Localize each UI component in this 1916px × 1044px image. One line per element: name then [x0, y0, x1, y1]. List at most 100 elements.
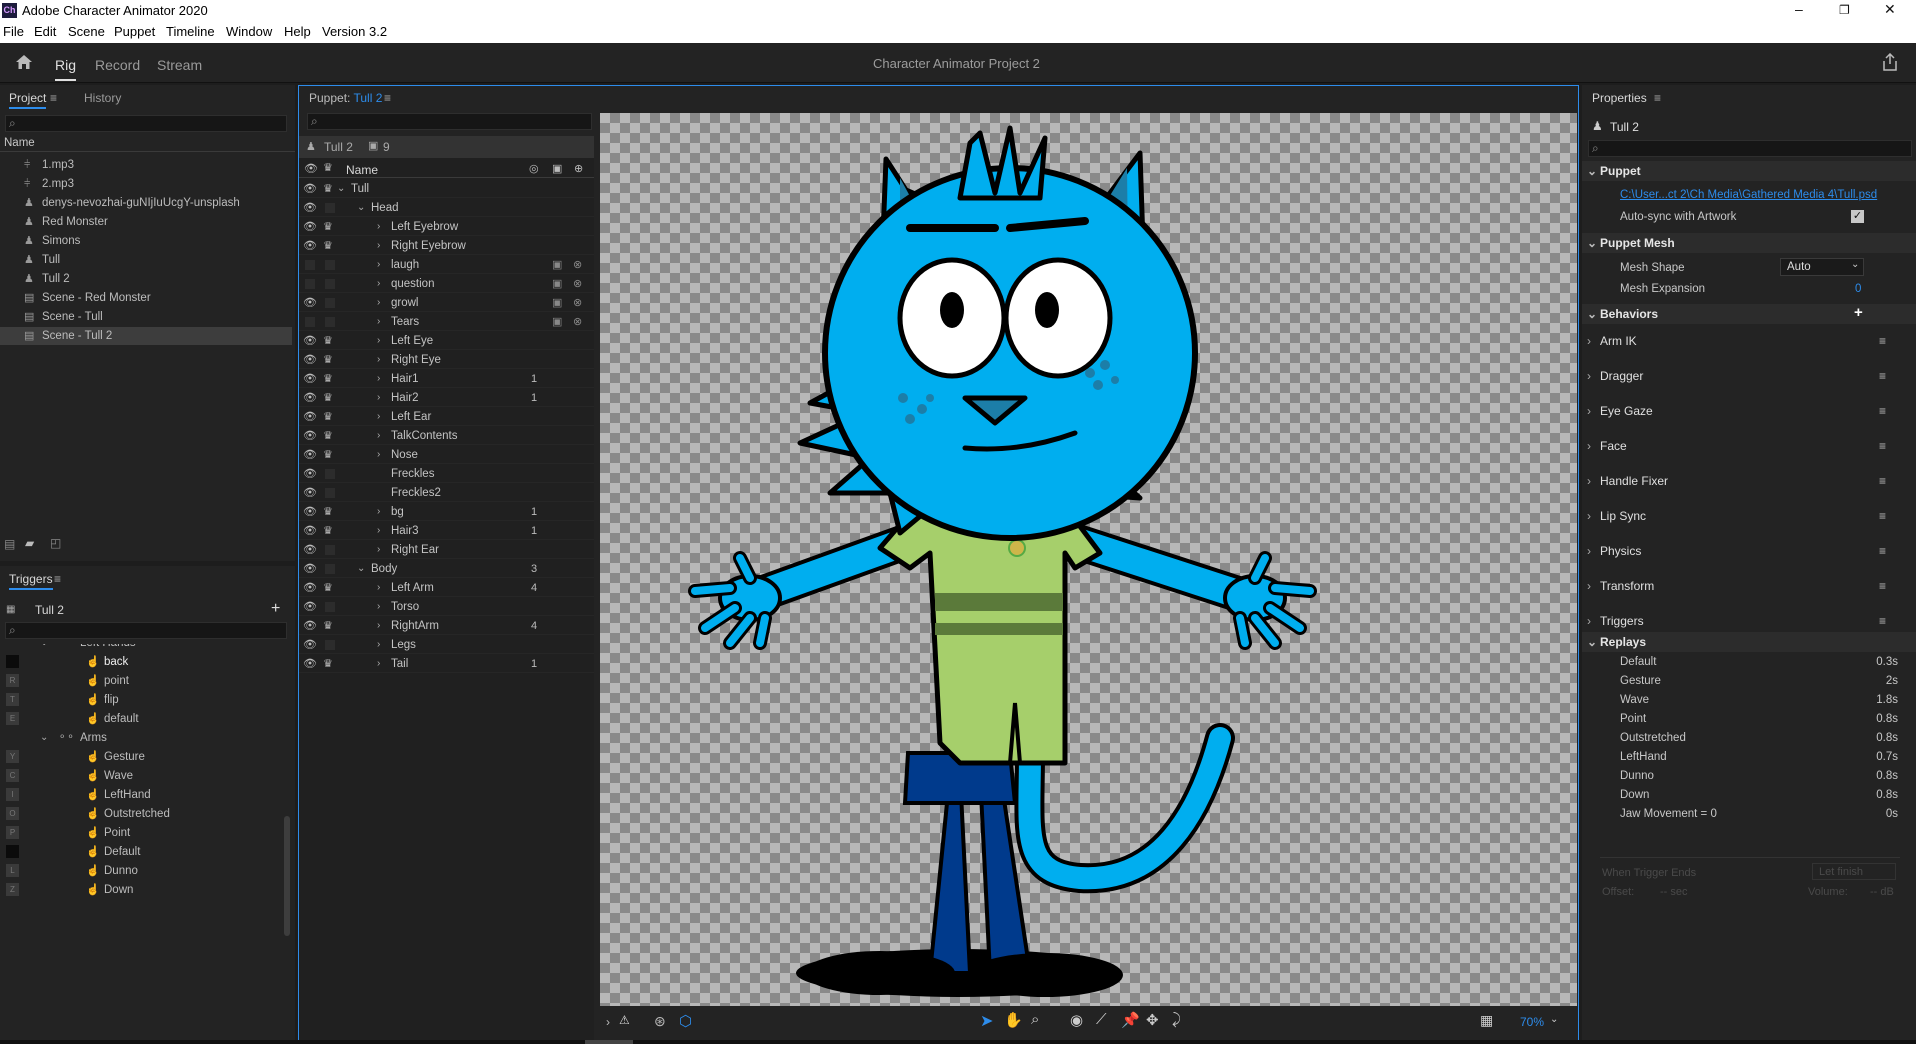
layer-row[interactable]: 👁 ♛ › Left Eyebrow	[299, 218, 594, 236]
independent-crown-icon[interactable]: ♛	[323, 503, 333, 521]
add-trigger-button[interactable]: +	[271, 600, 280, 618]
replay-duration[interactable]: 0.7s	[1876, 748, 1898, 767]
chevron-right-icon[interactable]: ›	[377, 503, 380, 521]
chevron-right-icon[interactable]: ›	[377, 598, 380, 616]
trigger-key-badge[interactable]: I	[6, 788, 19, 801]
trigger-key-badge[interactable]	[6, 655, 19, 668]
crown-off-box[interactable]	[325, 602, 335, 612]
crown-off-box[interactable]	[325, 545, 335, 555]
add-behavior-button[interactable]: +	[1854, 303, 1863, 323]
chevron-right-icon[interactable]: ›	[377, 617, 380, 635]
zoom-level[interactable]: 70%	[1520, 1015, 1544, 1029]
autosync-checkbox[interactable]: ✓	[1851, 210, 1864, 223]
menu-file[interactable]: File	[3, 24, 24, 39]
chevron-right-icon[interactable]: ›	[377, 294, 380, 312]
chevron-right-icon[interactable]: ›	[377, 275, 380, 293]
replays-section-header[interactable]: ⌄ Replays	[1582, 632, 1916, 652]
project-search-input[interactable]: ⌕	[5, 115, 287, 132]
zoom-tool-icon[interactable]: ⌕	[1031, 1011, 1039, 1028]
chevron-down-icon[interactable]: ⌄	[40, 729, 48, 747]
warning-icon[interactable]: ⚠	[619, 1013, 630, 1027]
visibility-eye-icon[interactable]: 👁	[303, 541, 317, 559]
layer-row[interactable]: 👁 Freckles	[299, 465, 594, 483]
trigger-key-badge[interactable]	[6, 845, 19, 858]
crown-off-box[interactable]	[325, 488, 335, 498]
chevron-right-icon[interactable]: ›	[377, 389, 380, 407]
home-icon[interactable]	[15, 54, 33, 70]
crown-off-box[interactable]	[325, 203, 335, 213]
crown-off-box[interactable]	[325, 640, 335, 650]
tab-history[interactable]: History	[84, 91, 121, 105]
independent-crown-icon[interactable]: ♛	[323, 370, 333, 388]
behavior-menu-icon[interactable]: ≡	[1879, 611, 1886, 631]
replay-duration[interactable]: 0.8s	[1876, 710, 1898, 729]
project-item[interactable]: ♟ Tull 2	[0, 270, 292, 288]
visibility-off-box[interactable]	[305, 317, 315, 327]
replay-row[interactable]: Point 0.8s	[1620, 710, 1898, 729]
puppet-section-header[interactable]: ⌄ Puppet	[1582, 161, 1916, 181]
chevron-down-icon[interactable]: ⌄	[357, 199, 365, 217]
independent-crown-icon[interactable]: ♛	[323, 617, 333, 635]
layer-row[interactable]: 👁 ♛ › Left Arm 4	[299, 579, 594, 597]
chevron-right-icon[interactable]: ›	[377, 313, 380, 331]
crown-off-box[interactable]	[325, 279, 335, 289]
chevron-right-icon[interactable]: ›	[377, 541, 380, 559]
behavior-menu-icon[interactable]: ≡	[1879, 471, 1886, 491]
menu-puppet[interactable]: Puppet	[114, 24, 155, 39]
behavior-row[interactable]: › Triggers ≡	[1582, 611, 1916, 631]
independent-crown-icon[interactable]: ♛	[323, 180, 333, 198]
behavior-row[interactable]: › Arm IK ≡	[1582, 331, 1916, 351]
layer-row[interactable]: 👁 ⌄ Head	[299, 199, 594, 217]
triggers-search-input[interactable]: ⌕	[5, 622, 287, 639]
chevron-down-icon[interactable]: ⌄	[40, 644, 48, 652]
project-item[interactable]: ♟ Red Monster	[0, 213, 292, 231]
crown-off-box[interactable]	[325, 564, 335, 574]
chevron-right-icon[interactable]: ›	[377, 408, 380, 426]
triggers-title[interactable]: Triggers	[9, 572, 53, 590]
visibility-eye-icon[interactable]: 👁	[303, 598, 317, 616]
minimize-button[interactable]: –	[1795, 1, 1803, 17]
visibility-eye-icon[interactable]: 👁	[303, 560, 317, 578]
visibility-eye-icon[interactable]: 👁	[303, 503, 317, 521]
layer-row[interactable]: 👁 ♛ › RightArm 4	[299, 617, 594, 635]
independent-crown-icon[interactable]: ♛	[323, 446, 333, 464]
replay-row[interactable]: Default 0.3s	[1620, 653, 1898, 672]
visibility-eye-icon[interactable]: 👁	[303, 408, 317, 426]
expand-icon[interactable]: ›	[606, 1015, 610, 1029]
layer-row[interactable]: 👁 › Right Ear	[299, 541, 594, 559]
visibility-eye-icon[interactable]: 👁	[303, 294, 317, 312]
trigger-row[interactable]: E ☝ default	[0, 710, 280, 728]
chevron-right-icon[interactable]: ›	[1587, 331, 1591, 351]
layer-row[interactable]: 👁 ⌄ Body 3	[299, 560, 594, 578]
behavior-row[interactable]: › Lip Sync ≡	[1582, 506, 1916, 526]
trigger-key-badge[interactable]: P	[6, 826, 19, 839]
behavior-menu-icon[interactable]: ≡	[1879, 436, 1886, 456]
project-item[interactable]: ♟ Tull	[0, 251, 292, 269]
visibility-eye-icon[interactable]: 👁	[303, 636, 317, 654]
chevron-right-icon[interactable]: ›	[1587, 366, 1591, 386]
trigger-row[interactable]: T ☝ flip	[0, 691, 280, 709]
layer-row[interactable]: 👁 ♛ › Left Ear	[299, 408, 594, 426]
project-menu-icon[interactable]: ≡	[50, 91, 57, 105]
project-item[interactable]: ▤ Scene - Tull 2	[0, 327, 292, 345]
trigger-key-badge[interactable]: Y	[6, 750, 19, 763]
independent-crown-icon[interactable]: ♛	[323, 655, 333, 673]
select-tool-icon[interactable]: ➤	[980, 1011, 993, 1031]
replay-duration[interactable]: 0.3s	[1876, 653, 1898, 672]
behaviors-section-header[interactable]: ⌄ Behaviors +	[1582, 304, 1916, 324]
trigger-key-badge[interactable]: R	[6, 674, 19, 687]
project-item[interactable]: ⫩ 2.mp3	[0, 175, 292, 193]
trigger-row[interactable]: Z ☝ Down	[0, 881, 280, 899]
layer-row[interactable]: › Tears ▣ ⊗	[299, 313, 594, 331]
layer-row[interactable]: 👁 ♛ › Right Eye	[299, 351, 594, 369]
checker-toggle-icon[interactable]: ▦	[1480, 1012, 1493, 1029]
trigger-row[interactable]: R ☝ point	[0, 672, 280, 690]
zoom-dropdown-icon[interactable]: ⌄	[1550, 1014, 1558, 1025]
independent-crown-icon[interactable]: ♛	[323, 579, 333, 597]
chevron-right-icon[interactable]: ›	[377, 427, 380, 445]
tab-record[interactable]: Record	[95, 57, 140, 73]
independent-crown-icon[interactable]: ♛	[323, 408, 333, 426]
replay-row[interactable]: Down 0.8s	[1620, 786, 1898, 805]
layer-row[interactable]: 👁 ♛ ⌄ Tull	[299, 180, 594, 198]
chevron-right-icon[interactable]: ›	[377, 370, 380, 388]
